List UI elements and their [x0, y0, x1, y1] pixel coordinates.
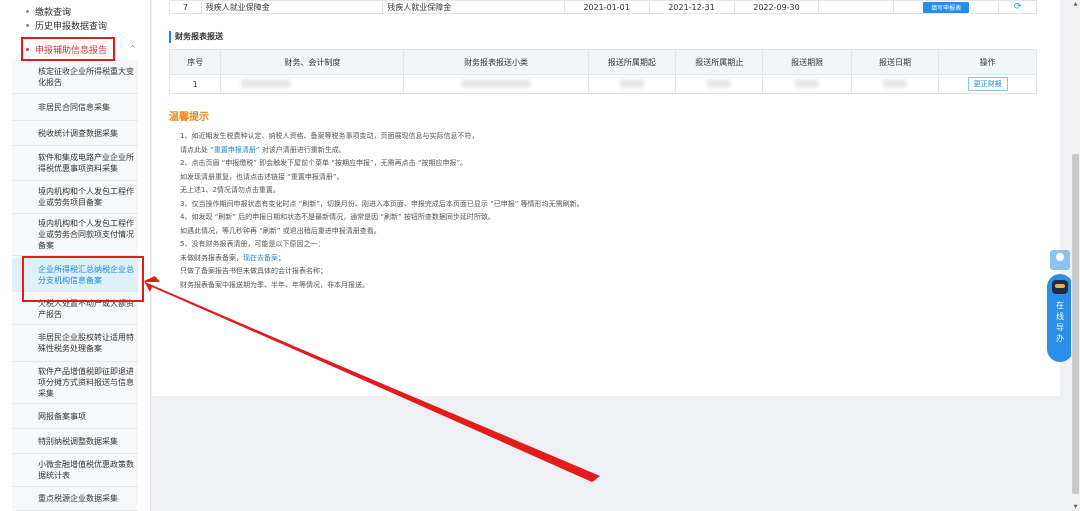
- table-row: 1 更正财报: [168, 74, 1037, 94]
- cell-index: 1: [168, 74, 222, 94]
- financial-report-table: 序号 财务、会计制度 财务报表报送小类 报送所属期起 报送所属期止 报送期限 报…: [168, 49, 1037, 94]
- go-file-link[interactable]: 现在去备案: [243, 254, 278, 262]
- sidebar-subitem[interactable]: 特别纳税调整数据采集: [12, 429, 138, 454]
- column-header: 报送期限: [762, 49, 852, 75]
- refresh-icon[interactable]: ⟳: [1014, 2, 1022, 12]
- correct-report-button[interactable]: 更正财报: [967, 77, 1008, 91]
- online-guide-button[interactable]: 在线导办: [1047, 274, 1073, 362]
- tip-line: 2、点击页眉 “申报缴税” 即会触发下屋前个菜单 “按期应申报”，无需再点击 “…: [180, 159, 468, 167]
- row-refresh-cell: ⟳: [998, 0, 1037, 14]
- declaration-row: 7 残疾人就业保障金 残疾人就业保障金 2021-01-01 2021-12-3…: [169, 0, 1037, 14]
- sidebar-subitem[interactable]: 软件和集成电路产业企业所得税优惠事项资料采集: [12, 146, 138, 181]
- tips-list: 1、如近期发生税费种认定、纳税人资格、备案等税务事项变动，页面展现信息与实际信息…: [180, 130, 1020, 292]
- robot-icon: [1052, 280, 1068, 294]
- sidebar-subitem[interactable]: 境内机构和个人发包工程作业或劳务合同款项支付情况备案: [12, 214, 138, 256]
- tip-line: 请点此处 “重置申报清册” 对该户清册进行重新生成。: [180, 145, 346, 154]
- cell-redacted: [675, 74, 764, 94]
- cell-redacted: [220, 74, 405, 94]
- fill-declaration-button[interactable]: 填写申报表: [923, 1, 970, 13]
- sidebar-item-label: 历史申报数据查询: [35, 21, 108, 32]
- scroll-up-icon[interactable]: ▲: [1071, 1, 1080, 7]
- sidebar-subitem[interactable]: 小微金融增值税优惠政策数据统计表: [12, 454, 138, 487]
- main-panel: 7 残疾人就业保障金 残疾人就业保障金 2021-01-01 2021-12-3…: [152, 0, 1060, 396]
- tip-line: 无上述1、2情况请勿点击重置。: [180, 186, 280, 194]
- chevron-up-icon[interactable]: ^: [129, 44, 136, 53]
- bullet-icon: [26, 23, 29, 27]
- column-header: 报送所属期止: [675, 49, 764, 75]
- sidebar-subitem[interactable]: 软件产品增值税即征即退进项分摊方式资料报送与信息采集: [12, 362, 138, 404]
- annotation-box: [21, 37, 115, 61]
- row-action-cell: 填写申报表: [892, 0, 1000, 14]
- cell-redacted: [403, 74, 589, 94]
- sidebar-subitem[interactable]: 境内机构和个人发包工程作业或劳务项目备案: [12, 181, 138, 214]
- sidebar-subitem[interactable]: 核定征收企业所得税重大变化报告: [12, 61, 138, 94]
- row-empty: [818, 0, 894, 14]
- cell-redacted: [762, 74, 852, 94]
- online-guide-widget[interactable]: 在线导办: [1047, 250, 1073, 362]
- cell-redacted: [587, 74, 677, 94]
- tip-line: 5、没有财务报表清册，可能是以下原因之一：: [180, 240, 325, 248]
- cell-action: 更正财报: [938, 74, 1037, 94]
- annotation-box: [22, 256, 144, 302]
- bullet-icon: [26, 9, 29, 13]
- tip-line: 4、如发现 “刷新” 后的申报日期和状态不是最新情况，通常是因 “刷新” 按钮所…: [180, 213, 495, 221]
- tips-title: 温馨提示: [169, 112, 209, 123]
- tip-line: 未做财务报表备案，现在去备案；: [180, 253, 285, 262]
- tip-line: 财务报表备案中报送期为季、半年、年等情况，非本月报送。: [180, 280, 369, 289]
- sidebar-subitem[interactable]: 税收统计调查数据采集: [12, 121, 138, 146]
- row-item-name: 残疾人就业保障金: [200, 0, 384, 14]
- tip-line: 1、如近期发生税费种认定、纳税人资格、备案等税务事项变动，页面展现信息与实际信息…: [180, 132, 479, 140]
- tip-line: 如发现清册重复，也请点击述链接 “重置申报清册”。: [180, 172, 344, 181]
- column-header: 报送日期: [850, 49, 940, 75]
- sidebar-subitem[interactable]: 网报备案事项: [12, 404, 138, 429]
- column-header: 序号: [168, 49, 222, 75]
- cell-redacted: [850, 74, 940, 94]
- scroll-down-icon[interactable]: ▼: [1071, 504, 1080, 510]
- row-index: 7: [169, 0, 202, 14]
- table-header-row: 序号 财务、会计制度 财务报表报送小类 报送所属期起 报送所属期止 报送期限 报…: [168, 49, 1037, 75]
- column-header: 报送所属期起: [587, 49, 677, 75]
- tip-line: 3、仅当操作期间申报状态有变化时点 “刷新”，切换月份、刚进入本页面、申报完成后…: [180, 199, 584, 208]
- reset-declaration-link[interactable]: “重置申报清册”: [210, 146, 259, 154]
- column-header: 操作: [938, 49, 1037, 75]
- sidebar-subitem[interactable]: 重点税源企业数据采集: [12, 487, 138, 511]
- row-deadline: 2022-09-30: [733, 0, 820, 14]
- row-item-sub: 残疾人就业保障金: [382, 0, 565, 14]
- column-header: 财务报表报送小类: [403, 49, 589, 75]
- scroll-thumb[interactable]: [1072, 154, 1079, 494]
- column-header: 财务、会计制度: [220, 49, 405, 75]
- row-start-date: 2021-01-01: [563, 0, 650, 14]
- row-end-date: 2021-12-31: [648, 0, 735, 14]
- section-title: 财务报表报送: [169, 31, 223, 43]
- sidebar-item-history-query[interactable]: 历史申报数据查询: [0, 14, 150, 36]
- scrollbar[interactable]: ▲ ▼: [1071, 0, 1080, 511]
- tip-line: 如遇此情况，等几秒钟再 “刷新” 或退出稍后重进申报清册查看。: [180, 226, 381, 235]
- sidebar-subitem[interactable]: 非居民企业股权转让适用特殊性税务处理备案: [12, 325, 138, 362]
- user-icon[interactable]: [1050, 250, 1070, 270]
- online-guide-label: 在线导办: [1056, 301, 1064, 343]
- sidebar-subitem[interactable]: 非居民合同信息采集: [12, 94, 138, 121]
- tip-line: 只做了备案报告书但未做具体的会计报表名称；: [180, 267, 327, 275]
